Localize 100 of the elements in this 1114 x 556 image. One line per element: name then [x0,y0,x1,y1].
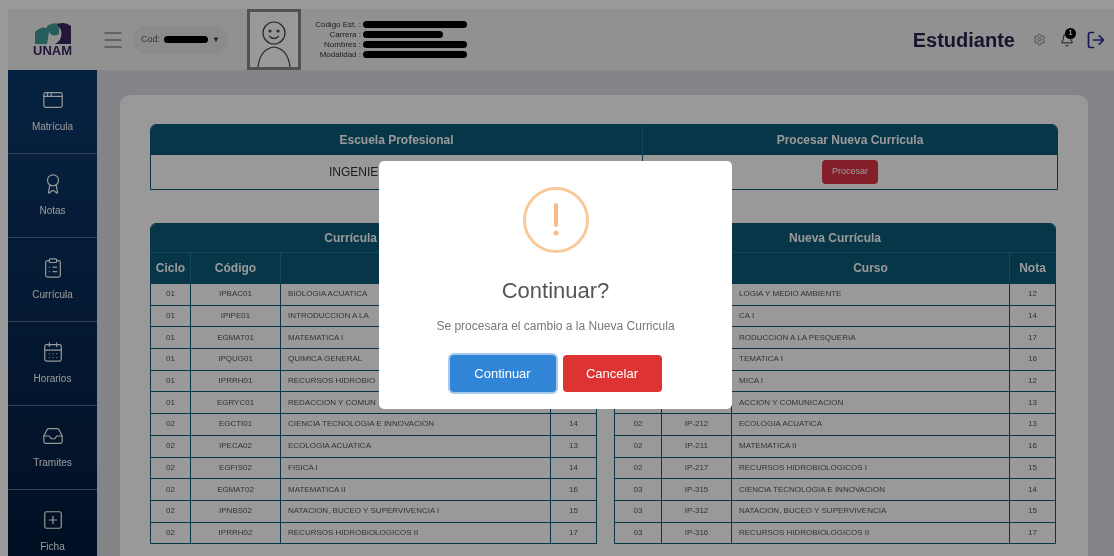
course-cell: ACCION Y COMUNICACION [739,396,844,409]
dialog-title: Continuar? [501,277,610,305]
process-button[interactable]: Procesar [822,160,878,184]
cycle-cell: 01 [166,288,175,301]
cycle-column-header: Ciclo [155,260,186,277]
cycle-cell: 01 [166,396,175,409]
confirm-button[interactable]: Continuar [449,355,556,392]
grade-cell: 14 [569,418,578,431]
code-cell: EGCTI01 [218,418,253,431]
cycle-cell: 02 [633,440,643,453]
course-cell: INTRODUCCION A LA [288,310,369,323]
grade-cell: 14 [569,461,578,474]
course-cell: MATEMATICA II [288,483,346,496]
grade-cell: 15 [1028,461,1037,474]
bell-icon[interactable] [1060,32,1074,47]
code-column-header: Código [214,260,257,277]
code-cell: IPNBS02 [219,505,252,518]
code-label: Cod: [141,32,160,46]
cycle-cell: 02 [633,461,643,474]
code-cell: IPRRH02 [218,526,253,539]
cycle-cell: 03 [633,526,643,539]
cycle-cell: 03 [633,483,643,496]
table-title: Currícula [324,230,377,247]
grade-cell: 12 [1028,288,1037,301]
cycle-cell: 02 [633,418,643,431]
grade-cell: 13 [1028,396,1037,409]
course-cell: QUIMICA GENERAL [288,353,363,366]
cycle-cell: 02 [166,483,175,496]
browser-window-icon [41,89,64,111]
grade-cell: 15 [1028,505,1037,518]
school-name: INGENIE [329,164,379,181]
grade-cell: 12 [1028,375,1037,388]
code-cell: EGMAT01 [217,331,254,344]
course-cell: RODUCCION A LA PESQUERIA [739,331,856,344]
course-column-header: Curso [853,260,888,277]
logo-text: UNAM [33,44,72,57]
code-cell: IPRRH01 [218,375,253,388]
logout-icon[interactable] [1086,29,1106,50]
code-cell: IPIPE01 [220,310,251,323]
grade-cell: 17 [569,526,578,539]
code-cell: IPQUG01 [218,353,253,366]
course-cell: NATACION, BUCEO Y SUPERVIVENCIA [739,505,887,518]
cycle-cell: 02 [166,418,175,431]
code-cell: IP-315 [684,483,709,496]
caret-icon: ▼ [212,33,220,46]
cycle-cell: 02 [166,505,175,518]
course-cell: LOGIA Y MEDIO AMBIENTE [739,288,842,301]
role-title: Estudiante [912,27,1015,53]
cycle-cell: 01 [166,375,175,388]
cycle-cell: 01 [166,353,175,366]
course-cell: CIENCIA TECNOLOGIA E INNOVACION [739,483,885,496]
code-cell: IP-212 [684,418,709,431]
grade-cell: 17 [1028,331,1037,344]
warning-icon [522,187,589,253]
code-cell: EGMAT02 [217,483,254,496]
code-cell: IPECA02 [219,440,252,453]
cycle-cell: 02 [166,526,175,539]
course-cell: ECOLOGIA ACUATICA [288,440,371,453]
code-cell: EGFIS02 [219,461,252,474]
info-label: Carrera : [328,29,361,40]
course-cell: MATEMATICA II [739,440,797,453]
logo-icon [32,22,73,44]
column-header: Escuela Profesional [339,132,454,149]
course-cell: BIOLOGIA ACUATICA [288,288,368,301]
grade-cell: 15 [569,505,578,518]
code-cell: IPBAC01 [219,288,252,301]
grade-cell: 17 [1028,526,1037,539]
cycle-cell: 01 [166,310,175,323]
code-select[interactable]: Cod: ▼ [133,24,228,55]
dialog-message: Se procesara el cambio a la Nueva Curricula [436,318,675,335]
table-title: Nueva Currícula [788,230,881,247]
grade-cell: 16 [1028,353,1037,366]
grade-cell: 14 [1028,310,1037,323]
grade-cell: 13 [1028,418,1037,431]
grade-cell: 16 [1028,440,1037,453]
course-cell: CIENCIA TECNOLOGIA E INNOVACION [288,418,434,431]
cycle-cell: 01 [166,331,175,344]
course-cell: ECOLOGIA ACUATICA [739,418,822,431]
plus-square-icon [41,509,64,531]
info-label: Modalidad : [318,49,361,60]
inbox-tray-icon [41,425,64,447]
cycle-cell: 02 [166,440,175,453]
grade-cell: 14 [1028,483,1037,496]
grade-cell: 16 [569,483,578,496]
cancel-button[interactable]: Cancelar [562,355,662,392]
code-cell: IP-312 [684,505,709,518]
grade-column-header: Nota [1019,260,1046,277]
cycle-cell: 02 [166,461,175,474]
cycle-cell: 03 [633,505,643,518]
info-label: Codigo Est. : [314,19,361,30]
column-header: Procesar Nueva Curricula [776,132,924,149]
code-cell: IP-316 [684,526,709,539]
grade-cell: 13 [569,440,578,453]
info-label: Nombres : [323,39,361,50]
course-cell: REDACCION Y COMUN [288,396,376,409]
code-cell: EGRYC01 [216,396,255,409]
course-cell: FISICA I [288,461,318,474]
code-cell: IP-217 [684,461,709,474]
course-cell: RECURSOS HIDROBIO [288,375,376,388]
calendar-icon [41,341,64,363]
